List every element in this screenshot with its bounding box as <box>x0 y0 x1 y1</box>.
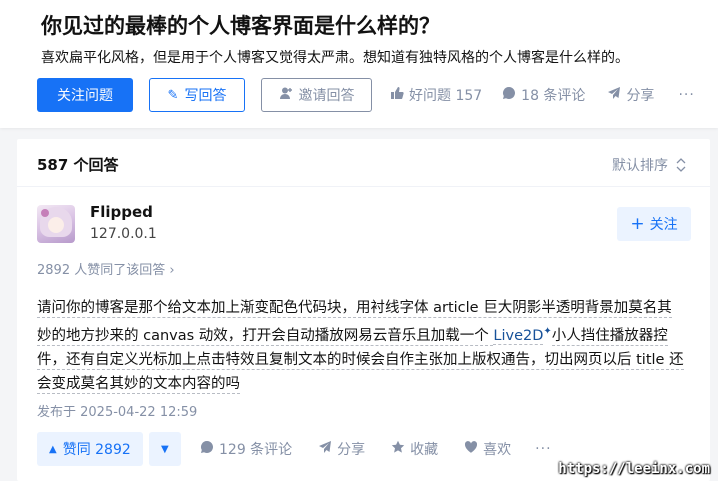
sort-dropdown[interactable]: 默认排序 <box>612 155 686 175</box>
question-comments-button[interactable]: 18 条评论 <box>502 85 585 105</box>
upvote-label: 赞同 2892 <box>62 442 131 458</box>
answer-comments-button[interactable]: 129 条评论 <box>200 439 292 459</box>
invite-answer-button[interactable]: 邀请回答 <box>261 78 372 112</box>
vote-group: ▲ 赞同 2892 ▼ <box>37 432 181 466</box>
comment-icon <box>502 86 516 104</box>
follow-author-button[interactable]: + 关注 <box>617 207 691 241</box>
share-icon <box>318 440 332 458</box>
write-answer-label: 写回答 <box>184 88 227 104</box>
publish-time[interactable]: 发布于 2025-04-22 12:59 <box>37 401 197 420</box>
invite-answer-label: 邀请回答 <box>298 88 355 104</box>
good-question-button[interactable]: 好问题 157 <box>390 85 482 105</box>
answer-content: 请问你的博客是那个给文本加上渐变配色代码块，用衬线字体 article 巨大阴影… <box>37 296 685 396</box>
question-share-label: 分享 <box>626 88 655 104</box>
avatar[interactable] <box>37 205 75 243</box>
follow-question-button[interactable]: 关注问题 <box>37 78 133 112</box>
author-bio: 127.0.0.1 <box>90 226 157 242</box>
pencil-icon: ✎ <box>167 87 179 103</box>
favorite-label: 收藏 <box>410 442 439 458</box>
star-icon <box>391 440 405 458</box>
question-share-button[interactable]: 分享 <box>607 85 654 105</box>
question-more-button[interactable]: ··· <box>678 87 694 103</box>
live2d-link[interactable]: Live2D <box>493 327 544 345</box>
heart-icon <box>464 440 478 458</box>
favorite-button[interactable]: 收藏 <box>391 439 438 459</box>
answers-header: 587 个回答 默认排序 <box>17 139 710 187</box>
comment-icon <box>200 440 214 458</box>
question-header: 你见过的最棒的个人博客界面是什么样的？ 喜欢扁平化风格，但是用于个人博客又觉得太… <box>0 0 718 128</box>
downvote-button[interactable]: ▼ <box>148 432 181 466</box>
author-name[interactable]: Flipped <box>90 203 153 221</box>
share-icon <box>607 86 621 104</box>
thumbs-up-icon <box>390 86 404 104</box>
write-answer-button[interactable]: ✎ 写回答 <box>149 78 245 112</box>
answer-comments-label: 129 条评论 <box>219 442 293 458</box>
answer-count: 587 个回答 <box>37 156 119 174</box>
question-description: 喜欢扁平化风格，但是用于个人博客又觉得太严肃。想知道有独特风格的个人博客是什么样… <box>41 50 629 66</box>
like-button[interactable]: 喜欢 <box>464 439 511 459</box>
follow-author-label: 关注 <box>649 217 678 233</box>
triangle-down-icon: ▼ <box>160 443 169 455</box>
question-actions: 关注问题 ✎ 写回答 邀请回答 好问题 157 18 条评论 分享 ··· <box>37 78 695 112</box>
sort-chevron-icon <box>676 158 686 172</box>
answer-card: 587 个回答 默认排序 Flipped 127.0.0.1 + 关注 2892… <box>17 139 710 481</box>
sort-label: 默认排序 <box>612 158 668 174</box>
voters-link[interactable]: 2892 人赞同了该回答 › <box>37 259 175 278</box>
answer-share-label: 分享 <box>337 442 366 458</box>
add-user-icon <box>279 86 293 104</box>
answer-share-button[interactable]: 分享 <box>318 439 365 459</box>
good-question-label: 好问题 157 <box>409 88 483 104</box>
upvote-button[interactable]: ▲ 赞同 2892 <box>37 432 143 466</box>
question-title: 你见过的最棒的个人博客界面是什么样的？ <box>41 14 440 38</box>
like-label: 喜欢 <box>483 442 512 458</box>
answer-actions: 129 条评论 分享 收藏 喜欢 ··· <box>200 432 552 466</box>
question-comments-label: 18 条评论 <box>521 88 586 104</box>
plus-icon: + <box>630 214 645 234</box>
watermark: https://leeinx.com <box>558 461 710 477</box>
triangle-up-icon: ▲ <box>49 443 57 455</box>
answer-more-button[interactable]: ··· <box>535 441 551 457</box>
sparkle-icon: ✦ <box>543 326 552 337</box>
